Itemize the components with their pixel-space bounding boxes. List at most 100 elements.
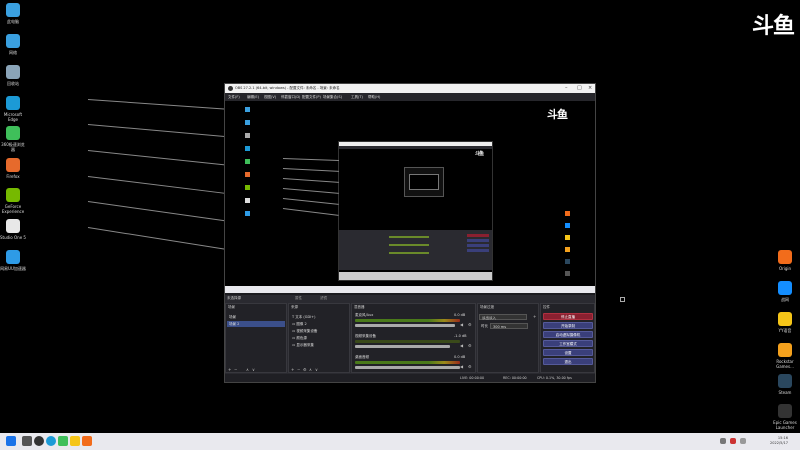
studio-mode-button[interactable]: 工作室模式 — [543, 340, 593, 347]
volume-slider[interactable] — [355, 345, 450, 348]
tray-icon[interactable] — [720, 438, 726, 444]
desktop-shortcut-label: GeForce Experience — [1, 204, 25, 214]
speaker-icon[interactable]: ◀ — [460, 364, 463, 369]
start-recording-button[interactable]: 开始录制 — [543, 322, 593, 329]
add-source-icon[interactable]: + — [291, 367, 294, 372]
menu-item[interactable]: 帮助(H) — [368, 95, 380, 100]
close-icon[interactable]: × — [588, 85, 592, 91]
clock-time[interactable]: 15:16 — [758, 436, 788, 440]
desktop-shortcut[interactable]: Microsoft Edge — [0, 96, 26, 122]
desktop-shortcut[interactable]: GeForce Experience — [0, 188, 26, 214]
desktop-shortcut[interactable]: Origin — [772, 250, 798, 271]
obs-preview[interactable]: 斗鱼 斗鱼 — [225, 101, 595, 293]
remove-scene-icon[interactable]: − — [234, 367, 237, 372]
scene-item[interactable]: 场景 — [227, 314, 285, 320]
move-down-icon[interactable]: ∨ — [252, 367, 255, 372]
tray-icon[interactable] — [730, 438, 736, 444]
taskbar-douyu-icon[interactable] — [82, 436, 92, 446]
start-menu-icon[interactable] — [6, 436, 16, 446]
taskbar-yy-icon[interactable] — [70, 436, 80, 446]
desktop-shortcut[interactable]: Firefox — [0, 158, 26, 179]
taskbar-obs-icon[interactable] — [34, 436, 44, 446]
desktop-shortcut-label: 360极速浏览器 — [1, 142, 25, 152]
move-up-icon[interactable]: ∧ — [246, 367, 249, 372]
desktop-shortcut[interactable]: Epic Games Launcher — [772, 404, 798, 430]
gear-icon[interactable]: ⚙ — [468, 364, 472, 369]
uu-icon — [6, 250, 20, 264]
volume-meter — [355, 319, 460, 322]
preview-douyu-logo: 斗鱼 — [547, 108, 568, 121]
infinite-mirror-line — [87, 176, 228, 195]
filters-button[interactable]: 滤镜 — [320, 296, 327, 301]
desktop-shortcut[interactable]: 360极速浏览器 — [0, 126, 26, 152]
menu-item[interactable]: 视图(V) — [264, 95, 276, 100]
source-label: 文本 (GDI+) — [295, 315, 316, 319]
duration-input[interactable]: 300 ms — [490, 323, 528, 329]
desktop-shortcut[interactable]: Studio One 5 — [0, 219, 26, 240]
desktop-shortcut[interactable]: 战网 — [772, 281, 798, 302]
settings-button[interactable]: 设置 — [543, 349, 593, 356]
minimize-icon[interactable]: – — [565, 85, 568, 91]
browser-360-icon — [6, 126, 20, 140]
menu-item[interactable]: 文件(F) — [228, 95, 240, 100]
source-item[interactable]: ▭ 图像 2 — [290, 321, 348, 327]
obs-titlebar[interactable]: OBS 27.2.1 (64-bit, windows) - 配置文件: 未命名… — [225, 84, 595, 93]
stop-streaming-button[interactable]: 停止直播 — [543, 313, 593, 320]
move-up-icon[interactable]: ∧ — [309, 367, 312, 372]
remove-source-icon[interactable]: − — [297, 367, 300, 372]
taskbar-search-icon[interactable] — [22, 436, 32, 446]
gear-icon[interactable]: ⚙ — [303, 367, 307, 372]
speaker-icon[interactable]: ◀ — [460, 343, 463, 348]
source-item[interactable]: T 文本 (GDI+) — [290, 314, 348, 320]
exit-button[interactable]: 退出 — [543, 358, 593, 365]
add-scene-icon[interactable]: + — [228, 367, 231, 372]
source-item[interactable]: ▭ 视频采集设备 — [290, 328, 348, 334]
desktop-shortcut-label: 网络 — [9, 50, 17, 55]
desktop-shortcut[interactable]: 网易UU加速器 — [0, 250, 26, 271]
menu-item[interactable]: 工具(T) — [351, 95, 363, 100]
duration-label: 时长 — [481, 324, 488, 328]
volume-slider[interactable] — [355, 366, 460, 369]
clock-date[interactable]: 2022/5/17 — [758, 441, 788, 445]
obs-statusbar: LIVE: 00:00:00 REC: 00:00:00 CPU: 0.1%, … — [225, 374, 595, 382]
maximize-icon[interactable]: □ — [577, 85, 582, 91]
mixer-channel-db: -1.0 dB — [454, 334, 467, 338]
nested-mirror-line — [282, 168, 339, 172]
obs-window[interactable]: OBS 27.2.1 (64-bit, windows) - 配置文件: 未命名… — [224, 83, 596, 383]
source-item[interactable]: ▭ 颜色源 — [290, 335, 348, 341]
desktop-shortcut[interactable]: Steam — [772, 374, 798, 395]
menu-item[interactable]: 停靠窗口(D) — [281, 95, 300, 100]
desktop-shortcut[interactable]: 网络 — [0, 34, 26, 55]
add-transition-icon[interactable]: + — [533, 314, 536, 319]
obs-window-title: OBS 27.2.1 (64-bit, windows) - 配置文件: 未命名… — [235, 86, 340, 90]
nested-preview: 斗鱼 — [338, 141, 493, 281]
mixer-channel-name: 桌面音频 — [355, 355, 369, 359]
desktop-shortcut[interactable]: YY语音 — [772, 312, 798, 333]
firefox-icon — [6, 158, 20, 172]
taskbar-edge-icon[interactable] — [46, 436, 56, 446]
desktop-shortcut[interactable]: Rockstar Games... — [772, 343, 798, 369]
speaker-icon[interactable]: ◀ — [460, 322, 463, 327]
start-virtual-camera-button[interactable]: 启动虚拟摄像机 — [543, 331, 593, 338]
gear-icon[interactable]: ⚙ — [468, 322, 472, 327]
menu-item[interactable]: 编辑(E) — [247, 95, 259, 100]
volume-meter — [355, 340, 460, 343]
taskbar-app-icon[interactable] — [58, 436, 68, 446]
desktop-shortcut[interactable]: 此电脑 — [0, 3, 26, 24]
steam-icon — [778, 374, 792, 388]
source-item[interactable]: ▭ 显示器采集 — [290, 342, 348, 348]
transition-select[interactable]: 淡出淡入 — [479, 314, 527, 320]
gear-icon[interactable]: ⚙ — [468, 343, 472, 348]
desktop-shortcut[interactable]: 回收站 — [0, 65, 26, 86]
properties-button[interactable]: 属性 — [295, 296, 302, 301]
scene-item[interactable]: 场景 2 — [227, 321, 285, 327]
menu-item[interactable]: 场景集合(S) — [323, 95, 342, 100]
volume-slider[interactable] — [355, 324, 455, 327]
menu-item[interactable]: 配置文件(P) — [302, 95, 321, 100]
desktop-shortcut-label: Origin — [778, 266, 792, 271]
move-down-icon[interactable]: ∨ — [315, 367, 318, 372]
tray-icon[interactable] — [740, 438, 746, 444]
source-label: 图像 2 — [296, 322, 307, 326]
battlenet-icon — [778, 281, 792, 295]
obs-logo-icon — [228, 86, 233, 91]
